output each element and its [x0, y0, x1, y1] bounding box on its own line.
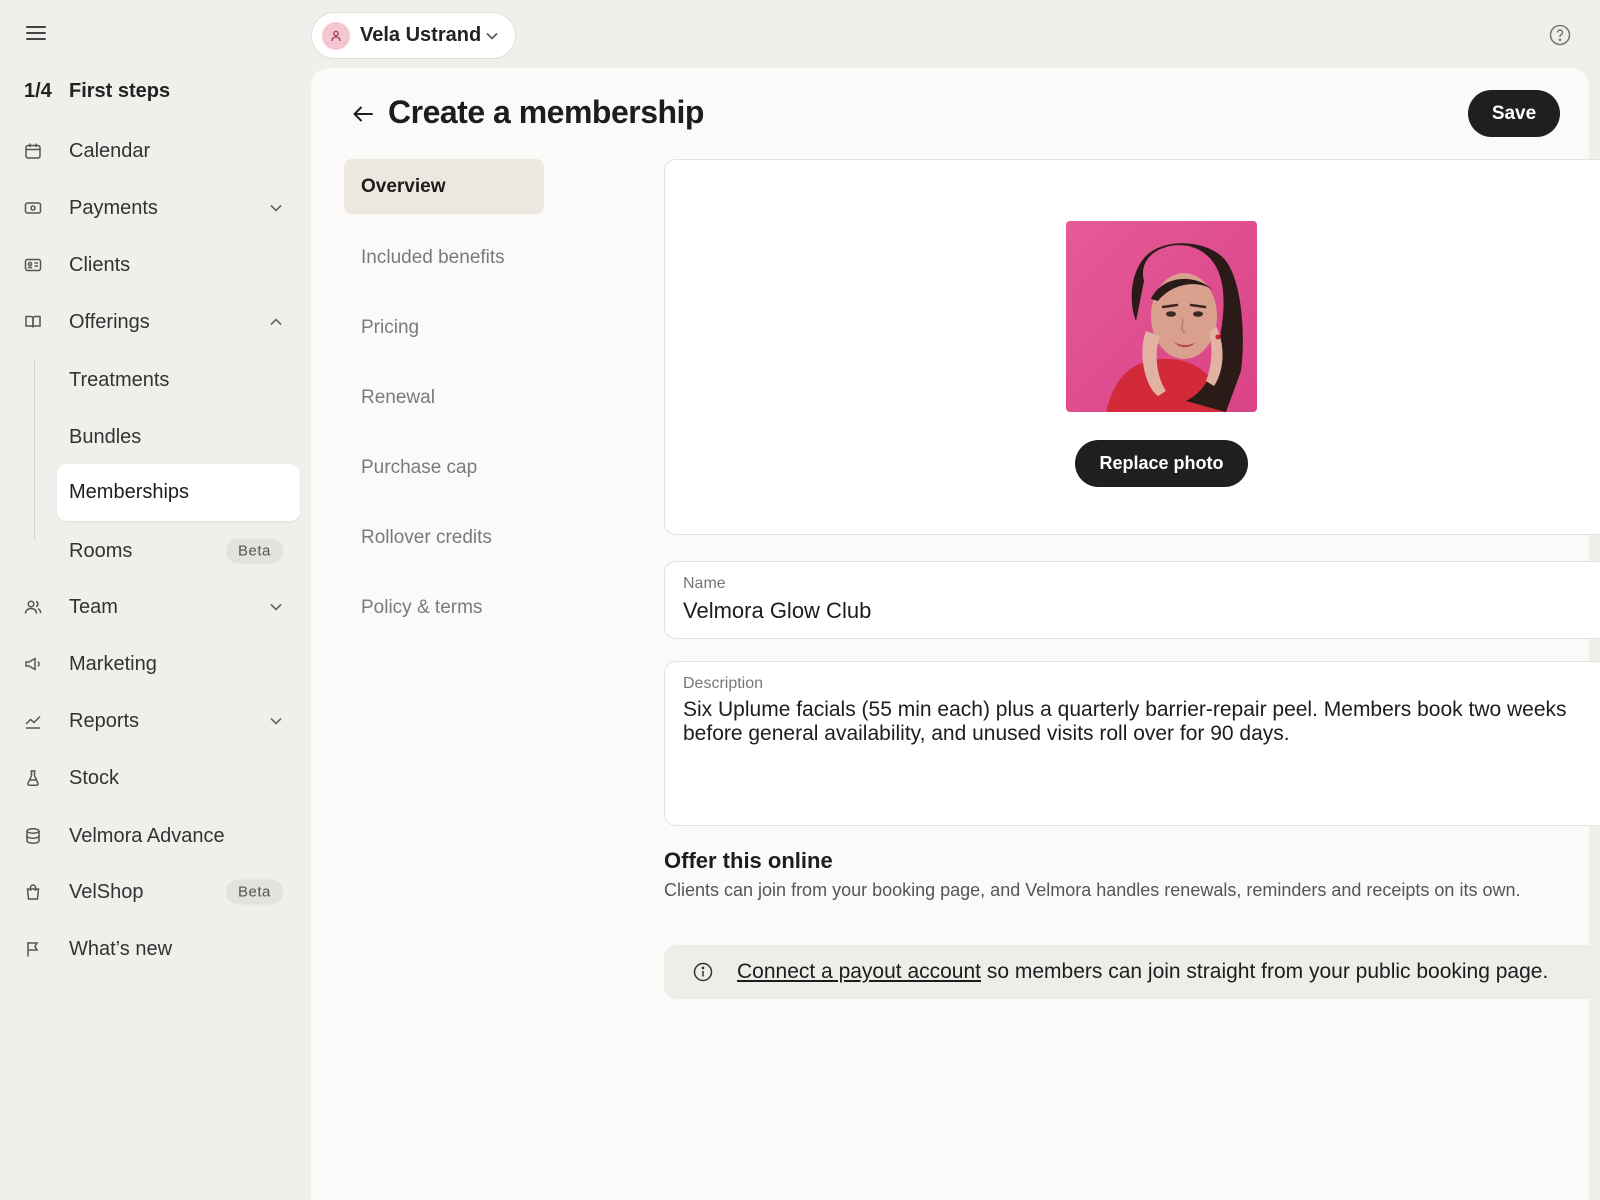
sidebar-item-label: Treatments	[69, 368, 170, 391]
tab-policy-terms[interactable]: Policy & terms	[344, 580, 544, 635]
sidebar-item-clients[interactable]: Clients	[0, 240, 311, 290]
sidebar-item-offerings[interactable]: Offerings	[0, 297, 311, 347]
payout-notice: Connect a payout account so members can …	[664, 945, 1600, 999]
name-value: Velmora Glow Club	[683, 598, 872, 623]
sidebar-item-label: Team	[69, 595, 118, 618]
first-steps-label: First steps	[69, 80, 171, 102]
sidebar-item-label: What’s new	[69, 937, 173, 960]
back-arrow-icon[interactable]	[351, 102, 375, 126]
sidebar-item-label: Offerings	[69, 310, 150, 333]
info-icon	[692, 961, 714, 983]
sidebar-item-label: Clients	[69, 253, 131, 276]
sidebar-item-label: Rooms	[69, 539, 133, 562]
offer-online-title: Offer this online	[664, 848, 833, 873]
sidebar: 1/4 First steps Calendar Payments Clients…	[0, 0, 311, 1200]
description-label: Description	[683, 675, 764, 692]
tab-included-benefits[interactable]: Included benefits	[344, 230, 544, 285]
notice-text: Connect a payout account so members can …	[737, 960, 1548, 984]
name-field[interactable]: Name Velmora Glow Club	[664, 561, 1600, 639]
shopping-bag-icon	[23, 882, 43, 902]
account-switcher[interactable]: Vela Ustrand	[311, 12, 516, 59]
chart-line-icon	[23, 711, 43, 731]
name-label: Name	[683, 575, 726, 592]
sidebar-item-label: Velmora Advance	[69, 824, 225, 847]
id-card-icon	[23, 255, 43, 275]
sidebar-item-label: Reports	[69, 709, 140, 732]
replace-photo-button[interactable]: Replace photo	[1075, 440, 1248, 487]
chevron-down-icon	[268, 599, 284, 615]
sidebar-item-label: Payments	[69, 196, 158, 219]
description-value: Six Uplume facials (55 min each) plus a …	[683, 698, 1567, 745]
save-button[interactable]: Save	[1468, 90, 1560, 137]
sidebar-item-marketing[interactable]: Marketing	[0, 639, 311, 689]
sidebar-item-bundles[interactable]: Bundles	[0, 412, 311, 462]
sidebar-item-label: Memberships	[69, 481, 190, 503]
description-field[interactable]: Description Six Uplume facials (55 min e…	[664, 661, 1600, 826]
flask-icon	[23, 768, 43, 788]
membership-photo	[1066, 221, 1257, 412]
sidebar-item-treatments[interactable]: Treatments	[0, 355, 311, 405]
first-steps-ratio: 1/4	[24, 80, 52, 102]
payments-icon	[23, 198, 43, 218]
tab-pricing[interactable]: Pricing	[344, 300, 544, 355]
team-icon	[23, 597, 43, 617]
first-steps-progress[interactable]: 1/4 First steps	[24, 80, 170, 103]
database-icon	[23, 826, 43, 846]
sidebar-item-label: Calendar	[69, 139, 151, 162]
page-title: Create a membership	[388, 94, 704, 130]
sidebar-item-memberships[interactable]: Memberships	[57, 464, 300, 521]
chevron-down-icon	[268, 713, 284, 729]
tab-purchase-cap[interactable]: Purchase cap	[344, 440, 544, 495]
user-avatar-icon	[322, 22, 350, 50]
connect-payout-link[interactable]: Connect a payout account	[737, 960, 981, 983]
sidebar-item-label: Marketing	[69, 652, 157, 675]
menu-icon[interactable]	[24, 22, 48, 44]
beta-badge: Beta	[226, 879, 283, 905]
chevron-up-icon	[268, 314, 284, 330]
megaphone-icon	[23, 654, 43, 674]
help-icon[interactable]	[1549, 24, 1571, 46]
offer-online-description: Clients can join from your booking page,…	[664, 880, 1521, 900]
tab-rollover-credits[interactable]: Rollover credits	[344, 510, 544, 565]
calendar-icon	[23, 141, 43, 161]
sidebar-item-label: VelShop	[69, 880, 144, 903]
beta-badge: Beta	[226, 538, 283, 564]
account-name: Vela Ustrand	[360, 24, 482, 46]
tab-overview[interactable]: Overview	[344, 159, 544, 214]
sidebar-item-stock[interactable]: Stock	[0, 753, 311, 803]
sidebar-item-velmora-advance[interactable]: Velmora Advance	[0, 811, 311, 861]
sidebar-item-label: Stock	[69, 766, 120, 789]
chevron-down-icon	[484, 28, 500, 44]
sidebar-item-calendar[interactable]: Calendar	[0, 126, 311, 176]
sidebar-item-team[interactable]: Team	[0, 582, 311, 632]
book-icon	[23, 312, 43, 332]
chevron-down-icon	[268, 200, 284, 216]
sidebar-item-whats-new[interactable]: What’s new	[0, 924, 311, 974]
tab-renewal[interactable]: Renewal	[344, 370, 544, 425]
sidebar-item-reports[interactable]: Reports	[0, 696, 311, 746]
flag-icon	[23, 939, 43, 959]
notice-message: so members can join straight from your p…	[981, 960, 1549, 983]
sidebar-item-rooms[interactable]: Rooms Beta	[0, 526, 311, 576]
sidebar-item-payments[interactable]: Payments	[0, 183, 311, 233]
sidebar-item-velshop[interactable]: VelShop Beta	[0, 867, 311, 917]
sidebar-item-label: Bundles	[69, 425, 142, 448]
